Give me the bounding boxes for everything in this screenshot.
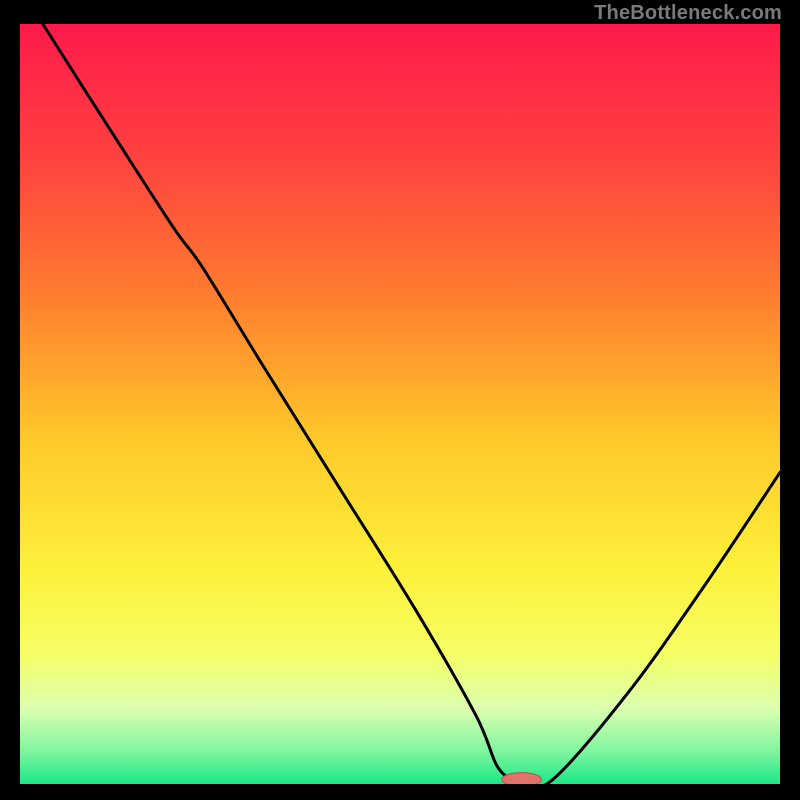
optimal-marker: [502, 773, 542, 784]
watermark-text: TheBottleneck.com: [594, 2, 782, 25]
chart-frame: [20, 24, 780, 784]
bottleneck-chart: [20, 24, 780, 784]
gradient-background: [20, 24, 780, 784]
